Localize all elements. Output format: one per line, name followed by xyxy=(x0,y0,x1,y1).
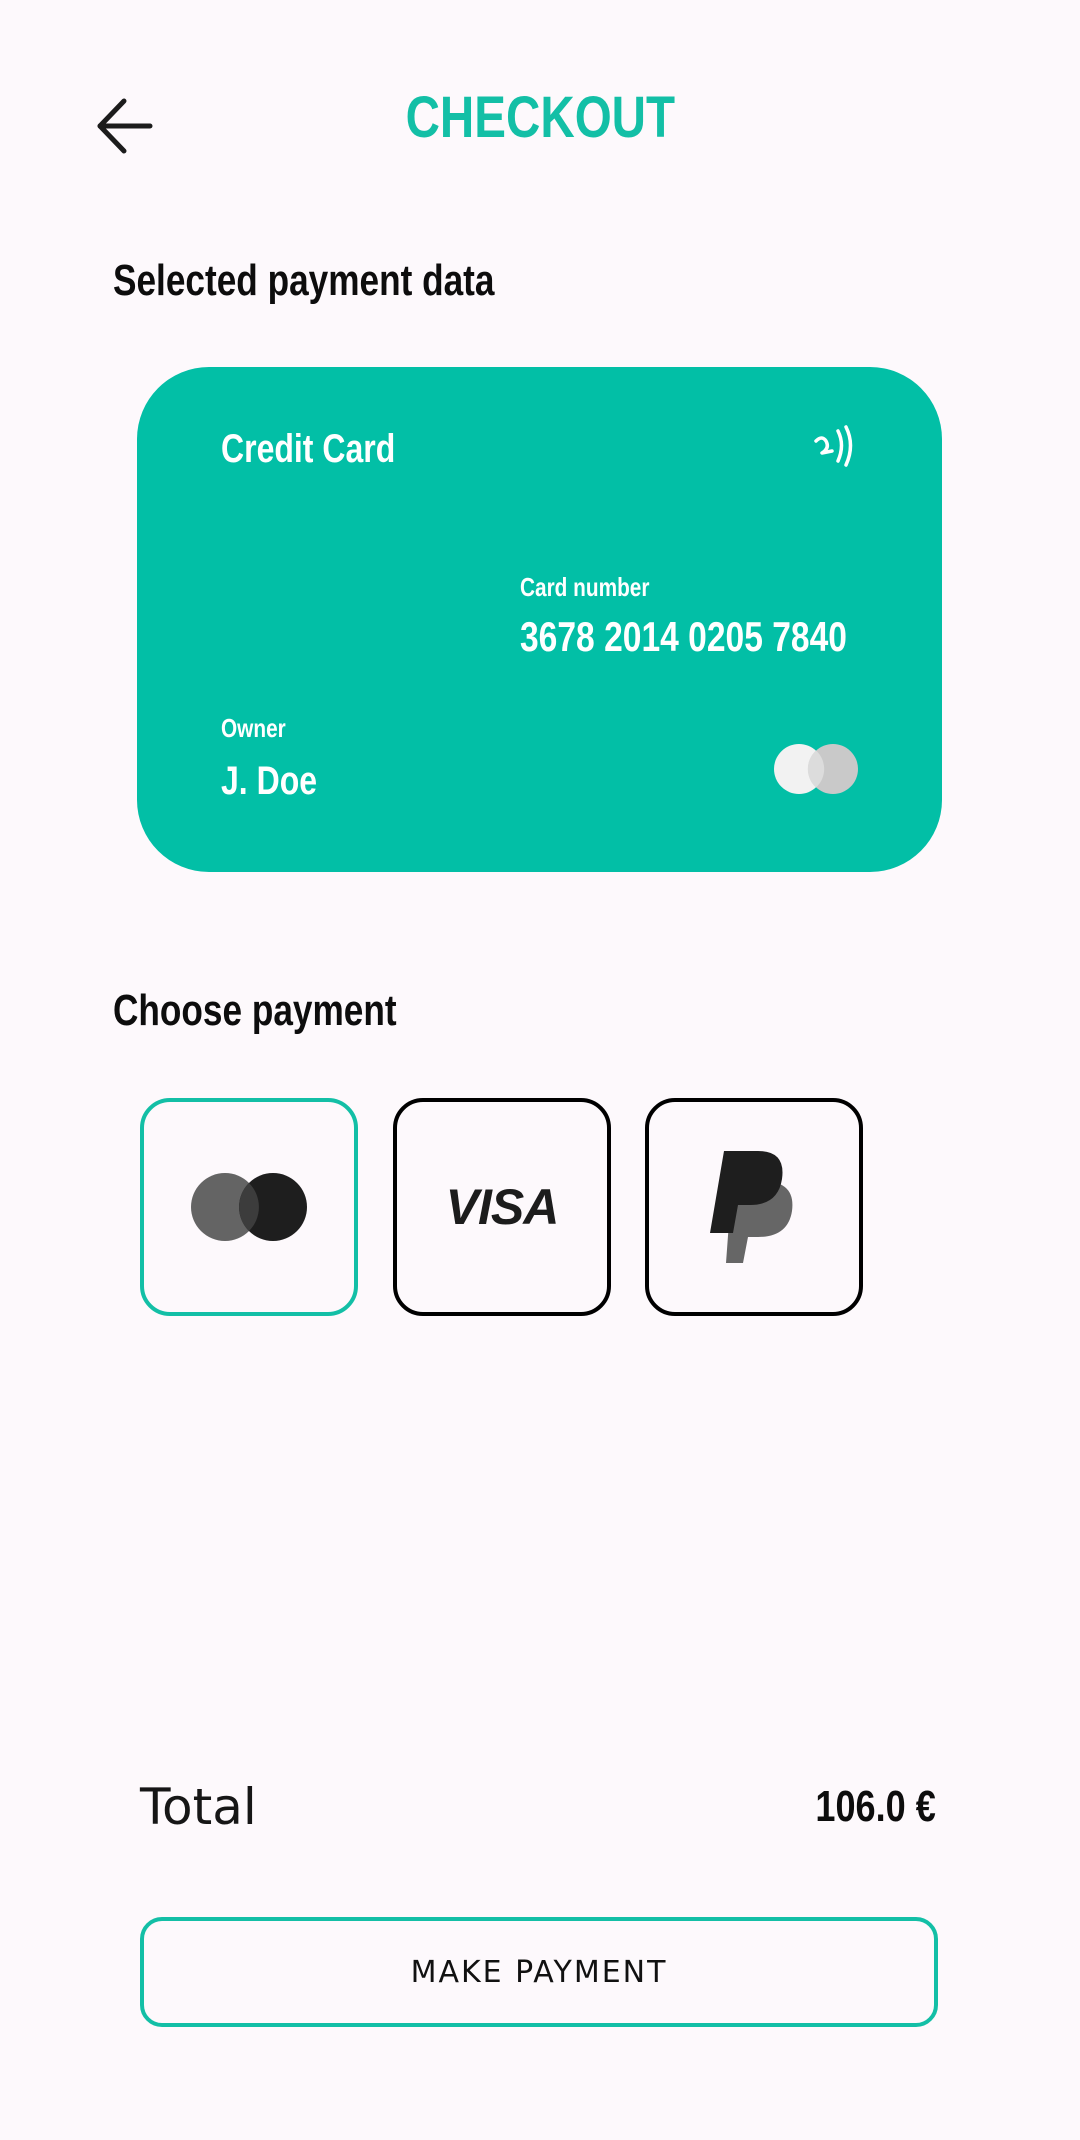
payment-option-paypal[interactable] xyxy=(645,1098,863,1316)
owner-name: J. Doe xyxy=(221,759,318,803)
selected-payment-heading: Selected payment data xyxy=(113,256,495,305)
card-type-label: Credit Card xyxy=(221,427,396,471)
payment-option-visa[interactable]: VISA xyxy=(393,1098,611,1316)
make-payment-button[interactable]: MAKE PAYMENT xyxy=(140,1917,938,2027)
payment-card: Credit Card Card number 3678 2014 0205 7… xyxy=(137,367,942,872)
choose-payment-heading: Choose payment xyxy=(113,986,397,1035)
payment-option-mastercard[interactable] xyxy=(140,1098,358,1316)
owner-label: Owner xyxy=(221,713,286,743)
mastercard-logo-icon xyxy=(191,1173,307,1241)
mastercard-logo-icon xyxy=(774,744,858,794)
total-value: 106.0 € xyxy=(815,1782,936,1831)
card-number-label: Card number xyxy=(520,572,650,602)
paypal-logo-icon xyxy=(710,1151,793,1263)
contactless-icon xyxy=(814,425,853,467)
card-number: 3678 2014 0205 7840 xyxy=(520,613,847,660)
page-title: CHECKOUT xyxy=(405,85,675,150)
visa-logo-icon: VISA xyxy=(445,1179,560,1235)
total-label: Total xyxy=(140,1778,257,1836)
